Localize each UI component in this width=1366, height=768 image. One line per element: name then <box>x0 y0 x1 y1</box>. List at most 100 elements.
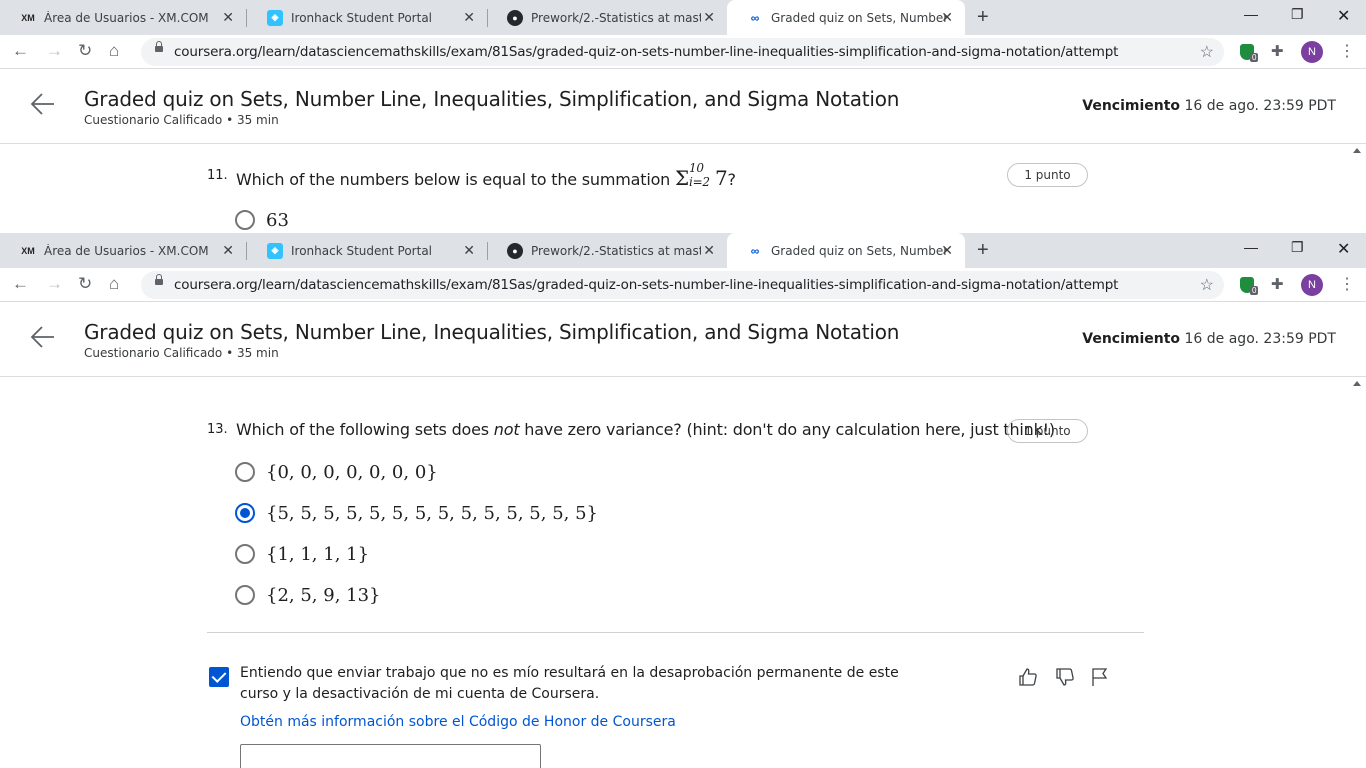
address-bar[interactable]: coursera.org/learn/datasciencemathskills… <box>141 271 1224 299</box>
avatar[interactable]: N <box>1301 41 1323 63</box>
question-number: 13. <box>207 422 228 437</box>
radio-button[interactable] <box>235 462 255 482</box>
minimize-icon[interactable]: — <box>1244 239 1258 255</box>
address-bar[interactable]: coursera.org/learn/datasciencemathskills… <box>141 38 1224 66</box>
close-icon[interactable]: ✕ <box>222 242 234 258</box>
option-label: {2, 5, 9, 13} <box>266 584 381 606</box>
close-icon[interactable]: ✕ <box>703 242 715 258</box>
question-text: Which of the following sets does not hav… <box>236 420 1055 439</box>
forward-icon[interactable]: → <box>46 274 63 294</box>
restore-icon[interactable]: ❐ <box>1291 239 1304 256</box>
window-close-icon[interactable]: ✕ <box>1337 6 1350 26</box>
question-emphasis: not <box>493 420 520 439</box>
radio-button[interactable] <box>235 585 255 605</box>
honor-code-link[interactable]: Obtén más información sobre el Código de… <box>240 714 676 730</box>
bookmark-star-icon[interactable]: ☆ <box>1200 42 1214 62</box>
extension-badge: 0 <box>1250 53 1259 62</box>
tab-ironhack[interactable]: ◈ Ironhack Student Portal ✕ <box>247 233 487 268</box>
answer-option[interactable]: 63 <box>235 209 289 231</box>
avatar[interactable]: N <box>1301 274 1323 296</box>
reload-icon[interactable]: ↻ <box>78 41 92 61</box>
extension-badge: 0 <box>1250 286 1259 295</box>
menu-kebab-icon[interactable]: ⋮ <box>1339 41 1355 61</box>
tab-xm[interactable]: XM Área de Usuarios - XM.COM ✕ <box>0 233 246 268</box>
tab-github[interactable]: ● Prework/2.-Statistics at master · N ✕ <box>487 0 727 35</box>
tab-xm[interactable]: XM Área de Usuarios - XM.COM ✕ <box>0 0 246 35</box>
due-value: 16 de ago. 23:59 PDT <box>1184 331 1336 347</box>
page-title: Graded quiz on Sets, Number Line, Inequa… <box>84 87 900 111</box>
scroll-up-icon[interactable] <box>1353 381 1361 386</box>
question-prompt-start: Which of the following sets does <box>236 420 489 439</box>
close-icon[interactable]: ✕ <box>941 242 953 258</box>
restore-icon[interactable]: ❐ <box>1291 6 1304 23</box>
flag-icon[interactable] <box>1090 667 1110 687</box>
tab-title: Prework/2.-Statistics at master · N <box>531 243 701 258</box>
scroll-up-icon[interactable] <box>1353 148 1361 153</box>
tab-title: Área de Usuarios - XM.COM <box>44 243 209 258</box>
answer-option-selected[interactable]: {5, 5, 5, 5, 5, 5, 5, 5, 5, 5, 5, 5, 5, … <box>235 502 598 524</box>
window-close-icon[interactable]: ✕ <box>1337 239 1350 259</box>
points-badge: 1 punto <box>1007 163 1088 187</box>
option-label: {5, 5, 5, 5, 5, 5, 5, 5, 5, 5, 5, 5, 5, … <box>266 502 598 524</box>
ironhack-icon: ◈ <box>267 242 283 259</box>
extensions-puzzle-icon[interactable]: ✚ <box>1271 42 1284 60</box>
back-arrow-icon[interactable] <box>30 91 56 117</box>
question-end: ? <box>727 170 736 189</box>
lock-icon <box>155 274 163 285</box>
new-tab-button[interactable]: + <box>977 6 989 28</box>
tab-strip: XM Área de Usuarios - XM.COM ✕ ◈ Ironhac… <box>0 0 1366 35</box>
back-icon[interactable]: ← <box>12 274 29 294</box>
back-icon[interactable]: ← <box>12 41 29 61</box>
close-icon[interactable]: ✕ <box>222 9 234 25</box>
quiz-subtitle: Cuestionario Calificado • 35 min <box>84 113 279 127</box>
tab-title: Ironhack Student Portal <box>291 243 433 258</box>
option-label: {1, 1, 1, 1} <box>266 543 370 565</box>
extensions-puzzle-icon[interactable]: ✚ <box>1271 275 1284 293</box>
section-divider <box>207 632 1144 633</box>
coursera-icon: ∞ <box>750 10 760 25</box>
sigma-symbol: Σ <box>674 166 689 190</box>
tab-title: Ironhack Student Portal <box>291 10 433 25</box>
tab-ironhack[interactable]: ◈ Ironhack Student Portal ✕ <box>247 0 487 35</box>
due-date: Vencimiento 16 de ago. 23:59 PDT <box>1082 331 1336 347</box>
github-icon: ● <box>507 9 523 26</box>
thumbs-up-icon[interactable] <box>1018 667 1038 687</box>
close-icon[interactable]: ✕ <box>703 9 715 25</box>
honor-code-checkbox[interactable] <box>209 667 229 687</box>
thumbs-down-icon[interactable] <box>1055 667 1075 687</box>
radio-button-selected[interactable] <box>235 503 255 523</box>
reload-icon[interactable]: ↻ <box>78 274 92 294</box>
quiz-header: Graded quiz on Sets, Number Line, Inequa… <box>0 302 1366 377</box>
answer-option[interactable]: {2, 5, 9, 13} <box>235 584 381 606</box>
option-label: {0, 0, 0, 0, 0, 0, 0} <box>266 461 438 483</box>
radio-button[interactable] <box>235 544 255 564</box>
signature-input[interactable] <box>240 744 541 768</box>
github-icon: ● <box>507 242 523 259</box>
home-icon[interactable]: ⌂ <box>109 274 119 294</box>
minimize-icon[interactable]: — <box>1244 6 1258 22</box>
honor-code-text: Entiendo que enviar trabajo que no es mí… <box>240 665 899 702</box>
browser-window-top: XM Área de Usuarios - XM.COM ✕ ◈ Ironhac… <box>0 0 1366 233</box>
radio-button[interactable] <box>235 210 255 230</box>
menu-kebab-icon[interactable]: ⋮ <box>1339 274 1355 294</box>
tab-github[interactable]: ● Prework/2.-Statistics at master · N ✕ <box>487 233 727 268</box>
home-icon[interactable]: ⌂ <box>109 41 119 61</box>
tab-title: Área de Usuarios - XM.COM <box>44 10 209 25</box>
forward-icon[interactable]: → <box>46 41 63 61</box>
new-tab-button[interactable]: + <box>977 239 989 261</box>
xm-icon: XM <box>21 245 35 256</box>
answer-option[interactable]: {0, 0, 0, 0, 0, 0, 0} <box>235 461 438 483</box>
close-icon[interactable]: ✕ <box>941 9 953 25</box>
answer-option[interactable]: {1, 1, 1, 1} <box>235 543 369 565</box>
quiz-subtitle: Cuestionario Calificado • 35 min <box>84 346 279 360</box>
question-number: 11. <box>207 168 228 183</box>
close-icon[interactable]: ✕ <box>463 242 475 258</box>
tab-coursera[interactable]: ∞ Graded quiz on Sets, Number Lin ✕ <box>727 233 965 268</box>
tab-coursera[interactable]: ∞ Graded quiz on Sets, Number Lin ✕ <box>727 0 965 35</box>
close-icon[interactable]: ✕ <box>463 9 475 25</box>
sigma-lower: i=2 <box>688 175 710 189</box>
question-text: Which of the numbers below is equal to t… <box>236 161 736 190</box>
bookmark-star-icon[interactable]: ☆ <box>1200 275 1214 295</box>
url-text: coursera.org/learn/datasciencemathskills… <box>174 44 1119 60</box>
back-arrow-icon[interactable] <box>30 324 56 350</box>
